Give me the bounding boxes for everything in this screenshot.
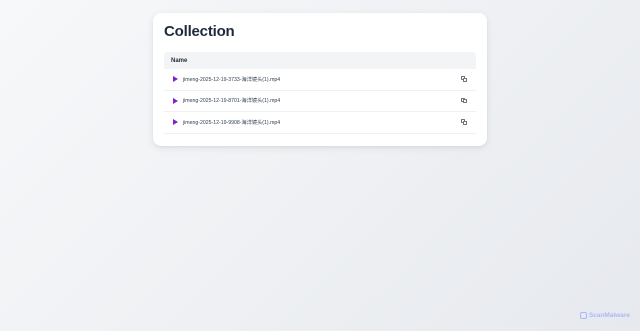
scanmalware-logo-icon [579, 312, 587, 319]
table-row[interactable]: jimeng-2025-12-19-9908-海洋镜头(1).mp4 [164, 112, 476, 134]
copy-icon[interactable] [461, 76, 467, 82]
play-icon[interactable] [173, 97, 178, 104]
file-table: Name jimeng-2025-12-19-3733-海洋镜头(1).mp4 … [164, 52, 476, 134]
collection-card: Collection Name jimeng-2025-12-19-3733-海… [153, 13, 487, 146]
play-icon[interactable] [173, 119, 178, 126]
copy-icon[interactable] [461, 97, 467, 104]
copy-icon[interactable] [461, 119, 467, 125]
table-header-name: Name [164, 52, 476, 69]
brand-label: ScanMalware [588, 312, 630, 319]
brand-watermark[interactable]: ScanMalware [579, 312, 630, 319]
page-title: Collection [164, 23, 235, 40]
table-row[interactable]: jimeng-2025-12-19-8701-海洋镜头(1).mp4 [164, 91, 476, 112]
play-icon[interactable] [173, 76, 178, 83]
table-row[interactable]: jimeng-2025-12-19-3733-海洋镜头(1).mp4 [164, 69, 476, 91]
file-name[interactable]: jimeng-2025-12-19-8701-海洋镜头(1).mp4 [183, 97, 280, 104]
file-name[interactable]: jimeng-2025-12-19-3733-海洋镜头(1).mp4 [183, 76, 280, 83]
file-name[interactable]: jimeng-2025-12-19-9908-海洋镜头(1).mp4 [183, 119, 280, 126]
